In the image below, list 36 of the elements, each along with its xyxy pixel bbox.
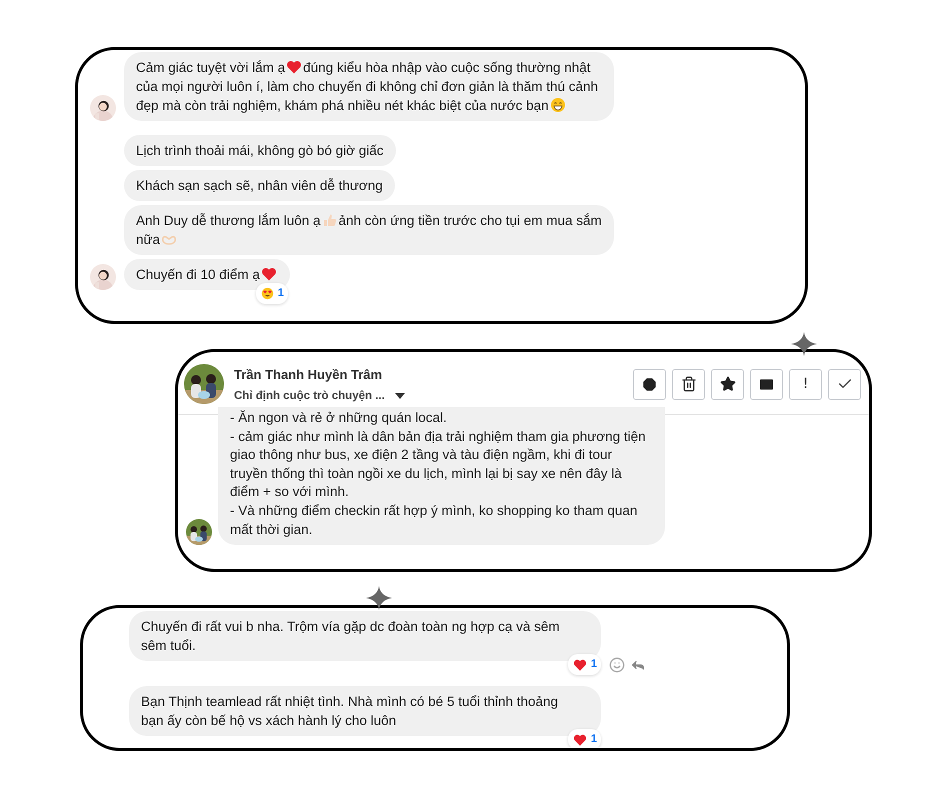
star-button[interactable]: [711, 368, 744, 400]
message-text: Anh Duy dễ thương lắm luôn ạ ảnh còn ứng tiền trước cho tụi em mua sắm nữa: [136, 213, 602, 247]
conversation-assign[interactable]: Chỉ định cuộc trò chuyện ...: [234, 390, 385, 402]
heart-icon: [260, 266, 277, 282]
caret-icon[interactable]: [394, 392, 405, 398]
message-text: Khách sạn sạch sẽ, nhân viên dễ thương: [136, 178, 383, 193]
message-text: Chuyến đi rất vui b nha. Trộm vía gặp dc đoàn toàn ng hợp cạ và sêm sêm tuổi.: [141, 619, 560, 653]
trash-button[interactable]: [672, 368, 705, 400]
reaction-badge[interactable]: 1: [256, 283, 288, 304]
heart-icon: [286, 59, 302, 75]
thumbs-up-icon: [322, 212, 338, 228]
mail-button[interactable]: [750, 368, 783, 400]
reaction-count: 1: [590, 732, 597, 747]
trash-icon: [680, 376, 696, 392]
sparkle-icon: [791, 332, 817, 356]
message-text: - Và những điểm checkin rất hợp ý mình, ko shopping ko tham quan mất thời gian.: [230, 502, 638, 539]
check-button[interactable]: [828, 368, 861, 400]
reaction-badge[interactable]: 1: [568, 729, 601, 748]
important-button[interactable]: !: [789, 368, 822, 400]
heart-eyes-emoji-icon: [260, 287, 274, 300]
message-text: Cảm giác tuyệt vời lắm ạ đúng kiểu hòa nhập vào cuộc sống thường nhật của mọi người luôn í, làm cho chuyến đi không chỉ đơn giản là thăm thú cảnh đẹp mà còn trải nghiệm, khám phá nhiều nét khác biệt của nước bạn: [136, 60, 598, 113]
star-icon: [720, 376, 736, 392]
message-text: - cảm giác như mình là dân bản địa trải nghiệm tham gia phương tiện giao thông như bus, xe điện 2 tầng và tàu điện ngầm, khi đi tour truyền thống thì toàn ngồi xe du lịch, mình lại bị say xe nên đây là điểm + so với mình.: [230, 428, 647, 502]
sparkle-icon: [366, 586, 392, 610]
heart-icon: [572, 732, 587, 746]
heart-icon: [572, 658, 587, 672]
reaction-badge[interactable]: 1: [568, 654, 601, 675]
message-text: - Ăn ngon và rẻ ở những quán local.: [230, 409, 448, 427]
message-text: Chuyến đi 10 điểm ạ: [136, 267, 278, 282]
message-text: Lịch trình thoải mái, không gò bó giờ giấc: [136, 143, 384, 158]
alert-button[interactable]: [633, 368, 666, 400]
reaction-count: 1: [590, 657, 597, 672]
reaction-count: 1: [278, 286, 284, 301]
message-text: Bạn Thịnh teamlead rất nhiệt tình. Nhà mình có bé 5 tuổi thỉnh thoảng bạn ấy còn bế hộ vs xách hành lý cho luôn: [141, 694, 558, 728]
grinning-emoji-icon: [550, 97, 566, 113]
contact-name: Trần Thanh Huyền Trâm: [234, 366, 384, 382]
